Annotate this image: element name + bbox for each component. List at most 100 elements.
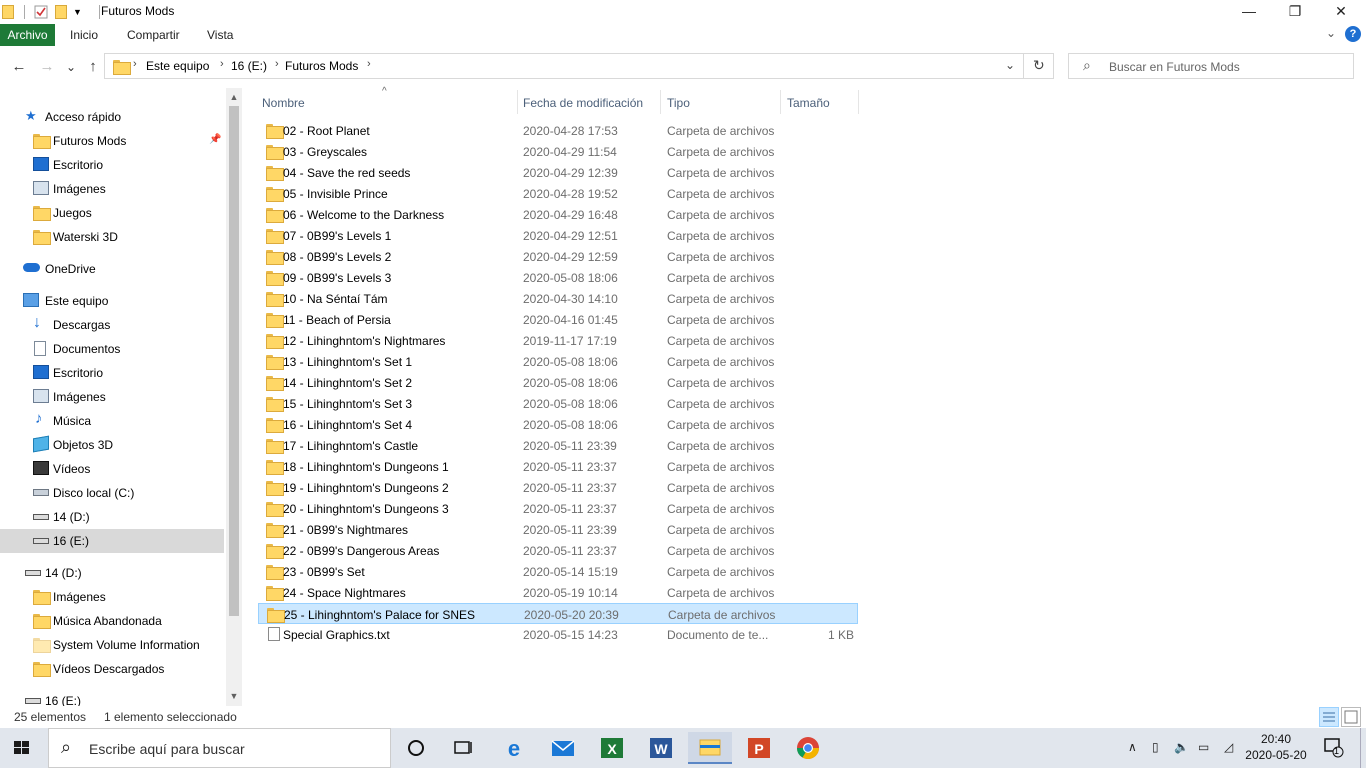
table-row[interactable]: 21 - 0B99's Nightmares 2020-05-11 23:39 Ca… <box>258 519 858 540</box>
refresh-button[interactable]: ↻ <box>1033 57 1045 74</box>
sidebar-item-waterski-3d[interactable]: Waterski 3D <box>0 225 224 249</box>
table-row[interactable]: 15 - Lihinghntom's Set 3 2020-05-08 18:06… <box>258 393 858 414</box>
table-row[interactable]: 23 - 0B99's Set 2020-05-14 15:19 Carpeta d… <box>258 561 858 582</box>
table-row[interactable]: 04 - Save the red seeds 2020-04-29 12:39 C… <box>258 162 858 183</box>
battery-icon[interactable]: ▭ <box>1198 740 1209 754</box>
help-icon[interactable]: ? <box>1345 26 1361 42</box>
sidebar-item-drive-e[interactable]: 16 (E:) <box>0 529 224 553</box>
ribbon-expand-icon[interactable]: ⌄ <box>1326 26 1336 40</box>
sidebar-item-descargas[interactable]: ↓ Descargas <box>0 313 224 337</box>
word-icon[interactable]: W <box>639 732 683 764</box>
table-row[interactable]: 14 - Lihinghntom's Set 2 2020-05-08 18:06… <box>258 372 858 393</box>
large-icons-view-button[interactable] <box>1341 707 1361 727</box>
sidebar-item-acceso-rapido[interactable]: ★ Acceso rápido <box>0 105 224 129</box>
table-row[interactable]: 20 - Lihinghntom's Dungeons 3 2020-05-11 … <box>258 498 858 519</box>
sidebar-item-drive-d-root[interactable]: 14 (D:) <box>0 561 224 585</box>
sidebar-item-drive-d[interactable]: 14 (D:) <box>0 505 224 529</box>
scrollbar-thumb[interactable] <box>229 106 239 616</box>
sidebar-item-juegos[interactable]: Juegos <box>0 201 224 225</box>
table-row[interactable]: 19 - Lihinghntom's Dungeons 2 2020-05-11 … <box>258 477 858 498</box>
tab-archivo[interactable]: Archivo <box>0 24 55 46</box>
back-button[interactable]: ← <box>8 56 30 78</box>
sidebar-item-documentos[interactable]: Documentos <box>0 337 224 361</box>
table-row[interactable]: 17 - Lihinghntom's Castle 2020-05-11 23:3… <box>258 435 858 456</box>
powerpoint-icon[interactable]: P <box>737 732 781 764</box>
network-icon[interactable]: ◿ <box>1224 740 1233 754</box>
minimize-button[interactable]: — <box>1226 0 1272 24</box>
chevron-right-icon[interactable]: › <box>275 58 279 70</box>
column-header-size[interactable]: Tamaño <box>781 90 859 114</box>
address-dropdown-icon[interactable]: ⌄ <box>1005 58 1015 72</box>
sidebar-item-futuros-mods[interactable]: Futuros Mods 📌 <box>0 129 224 153</box>
tab-vista[interactable]: Vista <box>199 24 241 46</box>
maximize-button[interactable]: ❐ <box>1272 0 1318 24</box>
volume-icon[interactable]: 🔈 <box>1174 740 1189 754</box>
column-header-name[interactable]: Nombre ^ <box>258 86 518 114</box>
chevron-right-icon[interactable]: › <box>220 58 224 70</box>
column-header-date[interactable]: Fecha de modificación <box>518 90 661 114</box>
table-row[interactable]: 11 - Beach of Persia 2020-04-16 01:45 Carp… <box>258 309 858 330</box>
table-row[interactable]: 13 - Lihinghntom's Set 1 2020-05-08 18:06… <box>258 351 858 372</box>
scroll-up-icon[interactable]: ▲ <box>226 89 242 105</box>
details-view-button[interactable] <box>1319 707 1339 727</box>
sidebar-item-drive-e-root[interactable]: 16 (E:) <box>0 689 224 706</box>
scroll-down-icon[interactable]: ▼ <box>226 688 242 704</box>
table-row[interactable]: 24 - Space Nightmares 2020-05-19 10:14 Car… <box>258 582 858 603</box>
new-folder-icon[interactable] <box>55 5 67 19</box>
breadcrumb-drive-e[interactable]: 16 (E:) <box>231 59 267 73</box>
table-row[interactable]: 25 - Lihinghntom's Palace for SNES 2020-0… <box>258 603 858 624</box>
search-input[interactable]: Buscar en Futuros Mods <box>1109 60 1240 74</box>
column-header-type[interactable]: Tipo <box>661 90 780 114</box>
table-row[interactable]: 09 - 0B99's Levels 3 2020-05-08 18:06 Carp… <box>258 267 858 288</box>
recent-locations-button[interactable]: ⌄ <box>60 56 82 78</box>
table-row[interactable]: 03 - Greyscales 2020-04-29 11:54 Carpeta d… <box>258 141 858 162</box>
sidebar-item-system-volume-information[interactable]: System Volume Information <box>0 633 224 657</box>
breadcrumb-futuros-mods[interactable]: Futuros Mods <box>285 59 358 73</box>
sidebar-item-imagenes-pc[interactable]: Imágenes <box>0 385 224 409</box>
close-button[interactable]: ✕ <box>1318 0 1364 24</box>
customize-toolbar-icon[interactable]: ▼ <box>73 4 89 20</box>
address-bar[interactable]: › Este equipo › 16 (E:) › Futuros Mods ›… <box>104 53 1054 79</box>
sidebar-item-imagenes[interactable]: Imágenes <box>0 177 224 201</box>
table-row[interactable]: 06 - Welcome to the Darkness 2020-04-29 1… <box>258 204 858 225</box>
properties-icon[interactable] <box>33 4 49 20</box>
table-row[interactable]: 18 - Lihinghntom's Dungeons 1 2020-05-11 … <box>258 456 858 477</box>
breadcrumb-este-equipo[interactable]: Este equipo <box>146 59 209 73</box>
sidebar-item-este-equipo[interactable]: Este equipo <box>0 289 224 313</box>
table-row[interactable]: 10 - Na Séntaí Tám 2020-04-30 14:10 Carpet… <box>258 288 858 309</box>
table-row[interactable]: 02 - Root Planet 2020-04-28 17:53 Carpeta … <box>258 120 858 141</box>
table-row[interactable]: 08 - 0B99's Levels 2 2020-04-29 12:59 Carp… <box>258 246 858 267</box>
sidebar-item-onedrive[interactable]: OneDrive <box>0 257 224 281</box>
sidebar-item-musica[interactable]: ♪ Música <box>0 409 224 433</box>
folder-icon[interactable] <box>2 5 14 19</box>
show-desktop-button[interactable] <box>1360 728 1366 768</box>
forward-button[interactable]: → <box>36 56 58 78</box>
sidebar-item-videos-descargados[interactable]: Vídeos Descargados <box>0 657 224 681</box>
clock[interactable]: 20:40 2020-05-20 <box>1240 731 1312 763</box>
tab-inicio[interactable]: Inicio <box>62 24 106 46</box>
sidebar-item-escritorio-pc[interactable]: Escritorio <box>0 361 224 385</box>
table-row[interactable]: 05 - Invisible Prince 2020-04-28 19:52 Car… <box>258 183 858 204</box>
chevron-right-icon[interactable]: › <box>367 58 371 70</box>
sidebar-item-videos[interactable]: Vídeos <box>0 457 224 481</box>
sidebar-item-d-imagenes[interactable]: Imágenes <box>0 585 224 609</box>
start-button[interactable] <box>0 732 44 764</box>
edge-icon[interactable]: e <box>492 732 536 764</box>
table-row[interactable]: Special Graphics.txt 2020-05-15 14:23 Docu… <box>258 624 858 645</box>
up-button[interactable]: ↑ <box>82 56 104 78</box>
file-explorer-icon[interactable] <box>688 732 732 764</box>
sidebar-item-escritorio[interactable]: Escritorio <box>0 153 224 177</box>
usb-eject-icon[interactable]: ▯ <box>1152 740 1159 754</box>
sidebar-item-musica-abandonada[interactable]: Música Abandonada <box>0 609 224 633</box>
taskbar-search-input[interactable]: Escribe aquí para buscar <box>89 741 245 757</box>
sidebar-item-disco-local-c[interactable]: Disco local (C:) <box>0 481 224 505</box>
sidebar-scrollbar[interactable]: ▲ ▼ <box>226 88 242 706</box>
excel-icon[interactable]: X <box>590 732 634 764</box>
cortana-icon[interactable] <box>394 732 438 764</box>
table-row[interactable]: 12 - Lihinghntom's Nightmares 2019-11-17 … <box>258 330 858 351</box>
chevron-right-icon[interactable]: › <box>133 58 137 70</box>
show-hidden-icons-button[interactable]: ∧ <box>1128 740 1137 754</box>
table-row[interactable]: 16 - Lihinghntom's Set 4 2020-05-08 18:06… <box>258 414 858 435</box>
task-view-icon[interactable] <box>441 732 485 764</box>
table-row[interactable]: 22 - 0B99's Dangerous Areas 2020-05-11 23… <box>258 540 858 561</box>
